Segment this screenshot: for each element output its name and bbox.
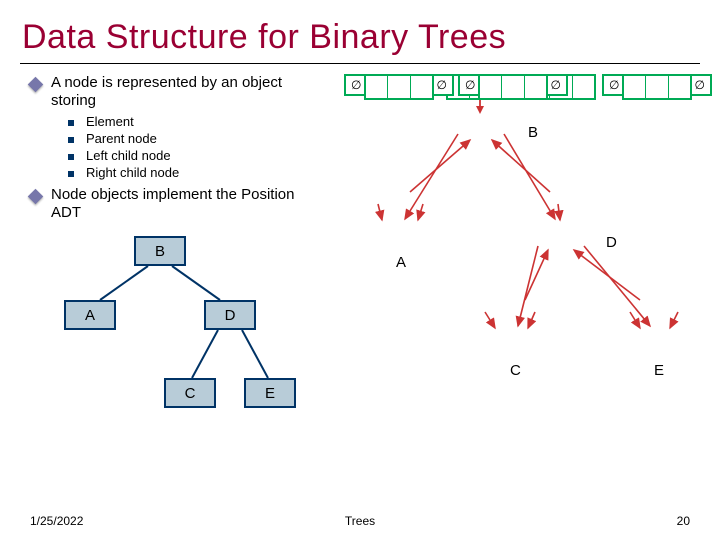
sub-bullet: Left child node	[68, 148, 310, 163]
left-tree-diagram: B A D C E	[30, 228, 290, 438]
footer: 1/25/2022 Trees 20	[0, 514, 720, 528]
square-icon	[68, 137, 74, 143]
right-column: ∅ B ∅ ∅ A D	[310, 74, 710, 438]
bullet-1: A node is represented by an object stori…	[30, 74, 310, 110]
sub-text: Right child node	[86, 165, 179, 180]
bullet-1-text: A node is represented by an object stori…	[51, 74, 310, 110]
square-icon	[68, 171, 74, 177]
footer-center: Trees	[345, 514, 375, 528]
sub-bullet-list: Element Parent node Left child node Righ…	[30, 114, 310, 180]
bullet-2-text: Node objects implement the Position ADT	[51, 186, 310, 222]
footer-date: 1/25/2022	[30, 514, 83, 528]
diamond-icon	[28, 189, 44, 205]
sub-bullet: Element	[68, 114, 310, 129]
tree-edges	[30, 228, 290, 428]
diamond-icon	[28, 77, 44, 93]
sub-text: Parent node	[86, 131, 157, 146]
sub-text: Element	[86, 114, 134, 129]
footer-page: 20	[677, 514, 690, 528]
square-icon	[68, 120, 74, 126]
content-area: A node is represented by an object stori…	[0, 64, 720, 438]
bullet-2: Node objects implement the Position ADT	[30, 186, 310, 222]
left-column: A node is represented by an object stori…	[0, 74, 310, 438]
sub-bullet: Right child node	[68, 165, 310, 180]
node-structure-diagram: ∅ B ∅ ∅ A D	[310, 74, 710, 434]
square-icon	[68, 154, 74, 160]
pointer-arrows	[310, 74, 720, 394]
sub-text: Left child node	[86, 148, 171, 163]
sub-bullet: Parent node	[68, 131, 310, 146]
slide-title: Data Structure for Binary Trees	[0, 0, 720, 57]
